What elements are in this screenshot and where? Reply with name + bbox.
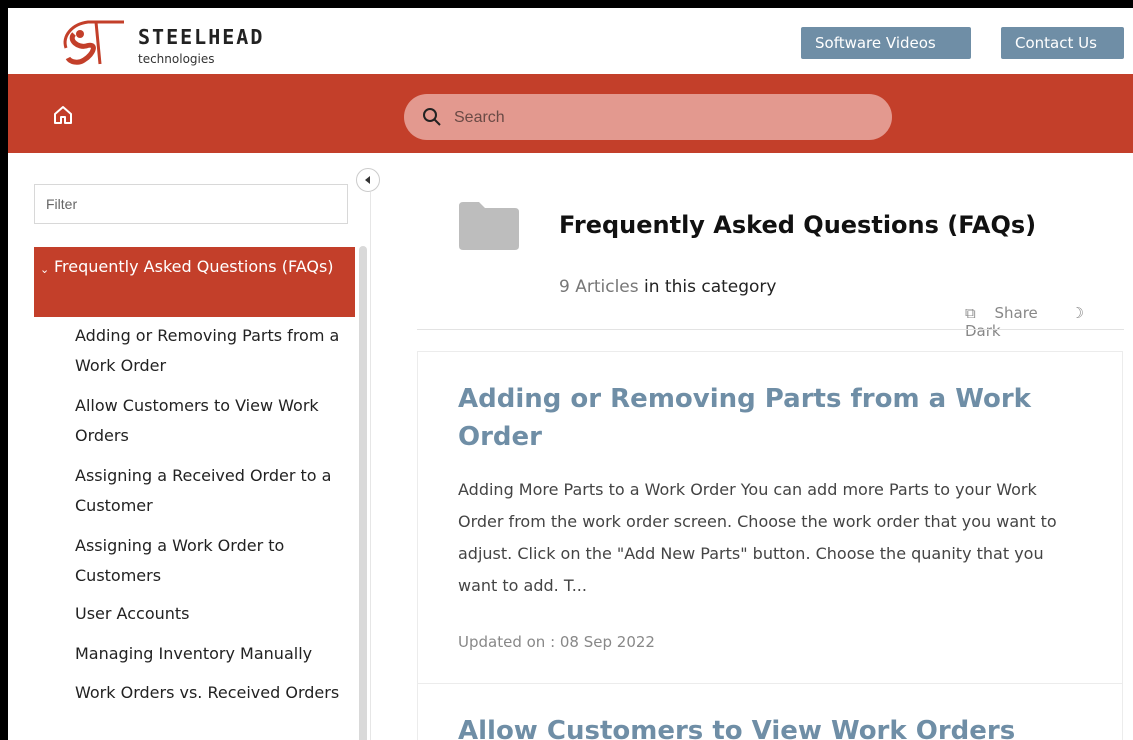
article-card[interactable]: Adding or Removing Parts from a Work Ord… (417, 351, 1123, 683)
page-title: Frequently Asked Questions (FAQs) (559, 211, 1037, 239)
sidebar-category-label: Frequently Asked Questions (FAQs) (54, 257, 334, 276)
divider (417, 329, 1124, 330)
share-icon: ⧉ (965, 304, 976, 322)
page-frame: STEELHEAD technologies Software Videos C… (8, 8, 1133, 740)
sidebar-divider (370, 192, 371, 740)
share-button[interactable]: ⧉ Share (965, 304, 1057, 322)
collapse-left-icon[interactable] (356, 168, 380, 192)
sidebar-item[interactable]: Work Orders vs. Received Orders (75, 678, 360, 708)
sidebar-item[interactable]: Allow Customers to View Work Orders (75, 391, 360, 451)
article-count-suffix: in this category (644, 277, 777, 297)
sidebar-item[interactable]: Assigning a Work Order to Customers (75, 531, 360, 591)
software-videos-button[interactable]: Software Videos (801, 27, 971, 59)
brand-bar: STEELHEAD technologies Software Videos C… (8, 8, 1133, 74)
nav-bar (8, 74, 1133, 153)
filter-input[interactable] (34, 184, 348, 224)
folder-icon (457, 202, 519, 250)
home-icon[interactable] (52, 104, 74, 126)
sidebar-category-faqs[interactable]: ⌄ Frequently Asked Questions (FAQs) (34, 247, 355, 317)
sidebar-item[interactable]: User Accounts (75, 599, 360, 629)
article-count: 9 Articles (559, 277, 639, 297)
article-title[interactable]: Allow Customers to View Work Orders (458, 712, 1068, 740)
moon-icon: ☽ (1070, 304, 1085, 322)
sidebar-item[interactable]: Assigning a Received Order to a Customer (75, 461, 360, 521)
article-updated: Updated on : 08 Sep 2022 (458, 633, 655, 651)
article-excerpt: Adding More Parts to a Work Order You ca… (458, 480, 1057, 595)
search-input[interactable] (452, 102, 876, 134)
sidebar-item[interactable]: Adding or Removing Parts from a Work Ord… (75, 321, 360, 381)
category-meta: 9 Articles in this category (559, 277, 777, 297)
brand-tagline: technologies (138, 52, 215, 66)
steelhead-logo-icon (63, 20, 124, 65)
logo[interactable]: STEELHEAD technologies (58, 18, 298, 68)
article-card[interactable]: Allow Customers to View Work Orders (417, 683, 1123, 740)
search-icon (423, 108, 441, 126)
contact-us-button[interactable]: Contact Us (1001, 27, 1124, 59)
sidebar-scrollbar[interactable] (359, 246, 367, 740)
page-actions: ⧉ Share ☽ Dark (965, 304, 1133, 340)
search-bar (404, 94, 892, 140)
dark-label: Dark (965, 322, 1001, 340)
sidebar-item[interactable]: Managing Inventory Manually (75, 639, 360, 669)
share-label: Share (994, 304, 1038, 322)
brand-name: STEELHEAD (138, 25, 265, 49)
article-title[interactable]: Adding or Removing Parts from a Work Ord… (458, 380, 1068, 456)
chevron-down-icon: ⌄ (40, 263, 50, 276)
